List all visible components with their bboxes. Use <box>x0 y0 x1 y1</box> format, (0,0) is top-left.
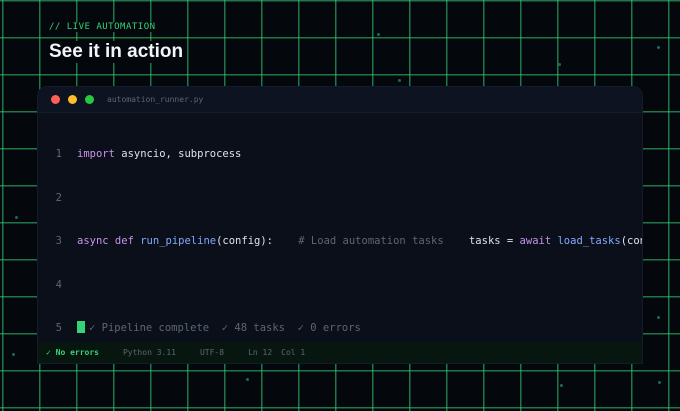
decor-dot <box>398 79 401 82</box>
line-number: 4 <box>55 278 62 291</box>
code-token-fn: load_tasks <box>557 235 621 247</box>
code-line: 4 <box>38 276 642 296</box>
minimize-window-dot[interactable] <box>68 95 77 104</box>
decor-dot <box>15 216 18 219</box>
decor-dot <box>560 384 563 387</box>
code-line: 2 <box>38 189 642 209</box>
line-number: 2 <box>55 191 62 204</box>
decor-dot <box>658 381 661 384</box>
editor-titlebar: automation_runner.py <box>38 87 642 113</box>
decor-dot <box>377 33 380 36</box>
section-eyebrow: // LIVE AUTOMATION <box>47 22 158 32</box>
line-number: 3 <box>55 235 62 247</box>
code-token-kw: import <box>77 148 115 160</box>
section-heading: See it in action <box>47 41 186 63</box>
status-col[interactable]: Col 1 <box>281 348 305 357</box>
decor-dot <box>12 353 15 356</box>
line-number: 5 <box>55 322 62 334</box>
decor-dot <box>657 46 660 49</box>
status-encoding[interactable]: UTF-8 <box>200 348 224 357</box>
cursor-block <box>77 321 85 333</box>
status-no-errors[interactable]: ✓ No errors <box>46 348 99 357</box>
decor-dot <box>246 378 249 381</box>
output-errors: ✓ 0 errors <box>297 322 361 334</box>
editor-filename: automation_runner.py <box>107 95 204 104</box>
code-line-content: async def run_pipeline(config): # Load a… <box>77 232 642 252</box>
code-token-fn: run_pipeline <box>140 235 217 247</box>
code-line: 5 ✓ Pipeline complete ✓ 48 tasks ✓ 0 err… <box>38 319 642 339</box>
code-area: 1 import asyncio, subprocess 2 3 async d… <box>38 121 642 363</box>
code-token-plain: (config): <box>216 235 299 247</box>
code-line: 3 async def run_pipeline(config): # Load… <box>38 232 642 252</box>
code-token-plain: asyncio, subprocess <box>114 148 242 160</box>
code-line: 1 import asyncio, subprocess <box>38 145 642 165</box>
output-complete: ✓ Pipeline complete <box>89 322 210 334</box>
code-editor-window: automation_runner.py 1 import asyncio, s… <box>38 87 642 363</box>
code-token-kw: async def <box>77 235 134 247</box>
maximize-window-dot[interactable] <box>85 95 94 104</box>
output-tasks: ✓ 48 tasks <box>221 322 285 334</box>
line-number: 1 <box>55 148 62 160</box>
close-window-dot[interactable] <box>51 95 60 104</box>
code-token-plain: tasks = <box>443 235 520 247</box>
terminal-output-line: ✓ Pipeline complete ✓ 48 tasks ✓ 0 error… <box>77 319 361 339</box>
code-token-kw: await <box>519 235 552 247</box>
code-line-content: import asyncio, subprocess <box>77 145 241 165</box>
code-token-plain: (config) <box>620 235 642 247</box>
decor-dot <box>558 63 561 66</box>
status-language[interactable]: Python 3.11 <box>123 348 176 357</box>
decor-dot <box>657 316 660 319</box>
editor-statusbar: ✓ No errors Python 3.11 UTF-8 Ln 12 Col … <box>38 342 642 363</box>
code-token-cm: # Load automation tasks <box>298 235 444 247</box>
status-line[interactable]: Ln 12 <box>248 348 272 357</box>
